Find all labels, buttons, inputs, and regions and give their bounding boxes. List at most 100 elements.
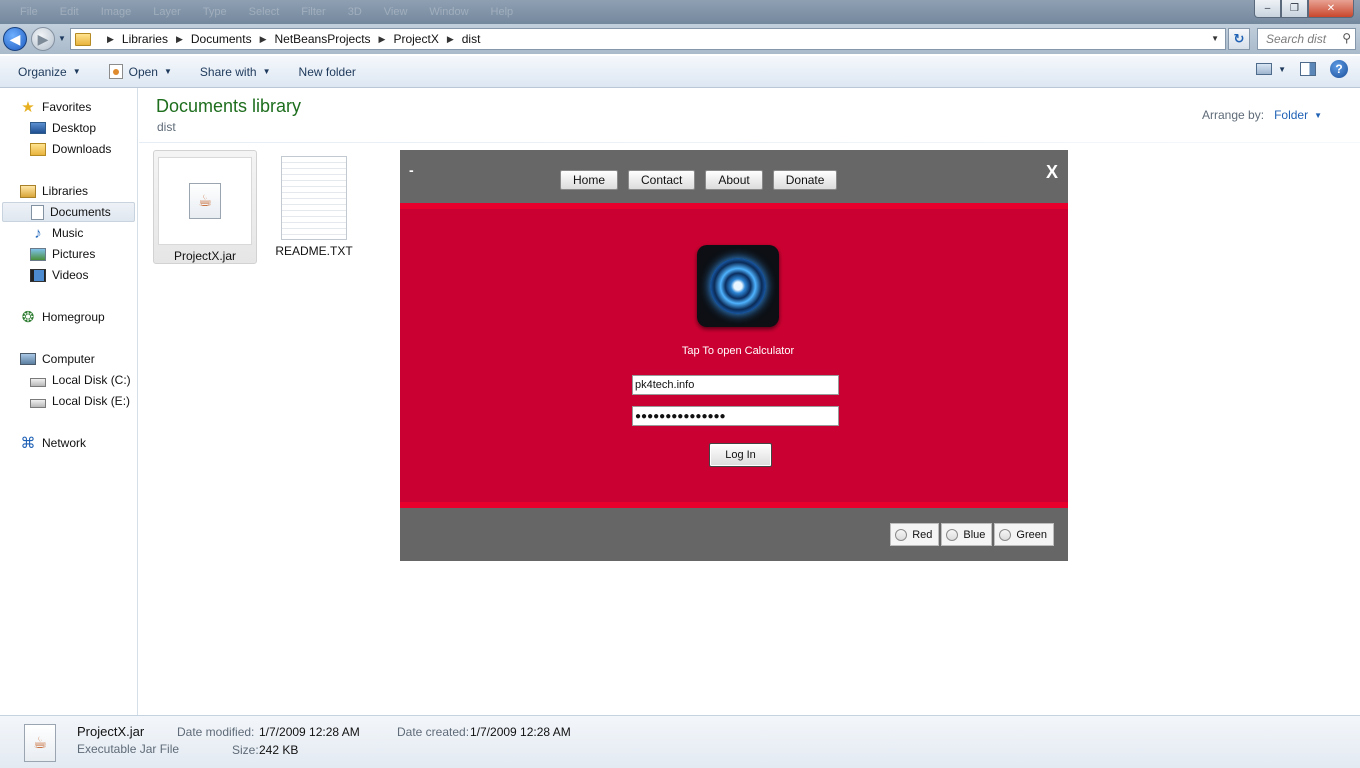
nav-label: Computer [42, 352, 95, 366]
breadcrumb-projectx[interactable]: ProjectX [393, 32, 438, 46]
app-donate-button[interactable]: Donate [772, 170, 838, 190]
breadcrumb-dist[interactable]: dist [462, 32, 481, 46]
address-bar[interactable]: ▶ Libraries ▶ Documents ▶ NetBeansProjec… [70, 28, 1226, 50]
library-icon [20, 184, 36, 198]
open-label: Open [128, 64, 158, 79]
search-input[interactable] [1266, 32, 1336, 46]
nav-local-disk-c[interactable]: Local Disk (C:) [30, 370, 131, 390]
chevron-right-icon[interactable]: ▶ [447, 34, 454, 45]
minimize-button[interactable]: – [1254, 0, 1281, 18]
nav-music[interactable]: ♪ Music [30, 223, 83, 243]
radio-label: Green [1016, 528, 1047, 541]
search-icon[interactable]: ⚲ [1342, 31, 1351, 45]
file-item[interactable]: ☕ ProjectX.jar [153, 150, 257, 264]
arrow-left-icon: ◀ [9, 30, 21, 47]
java-jar-icon: ☕ [24, 724, 56, 762]
nav-documents[interactable]: Documents [2, 202, 135, 222]
nav-videos[interactable]: Videos [30, 265, 88, 285]
date-created-label: Date created: [397, 725, 470, 739]
change-view-icon[interactable] [1256, 63, 1273, 75]
new-folder-button[interactable]: New folder [291, 60, 364, 84]
forward-button[interactable]: ▶ [31, 27, 55, 51]
refresh-button[interactable]: ↻ [1228, 28, 1250, 50]
nav-favorites[interactable]: ★ Favorites [20, 97, 91, 117]
command-bar: Organize ▼ Open ▼ Share with ▼ New folde… [0, 56, 1360, 88]
ghost-menu-item: Select [248, 6, 280, 18]
nav-downloads[interactable]: Downloads [30, 139, 111, 159]
nav-libraries[interactable]: Libraries [20, 181, 88, 201]
nav-label: Videos [52, 268, 89, 282]
close-window-button[interactable]: ✕ [1308, 0, 1354, 18]
ghost-menu-item: Help [490, 6, 514, 18]
music-note-icon: ♪ [34, 224, 42, 242]
size-label: Size: [232, 743, 259, 757]
app-minimize-button[interactable]: - [409, 162, 414, 178]
arrow-right-icon: ▶ [37, 30, 49, 47]
date-modified-label: Date modified: [177, 725, 255, 739]
chevron-right-icon[interactable]: ▶ [379, 34, 386, 45]
app-contact-button[interactable]: Contact [628, 170, 696, 190]
organize-label: Organize [18, 64, 67, 79]
radio-label: Red [912, 528, 933, 541]
chevron-down-icon[interactable]: ▼ [1278, 65, 1286, 74]
nav-label: Local Disk (C:) [52, 373, 131, 387]
app-close-button[interactable]: X [1046, 162, 1058, 183]
network-icon: ⌘ [20, 435, 36, 452]
details-file-name: ProjectX.jar [77, 724, 145, 739]
chevron-down-icon: ▼ [72, 67, 81, 76]
ghost-menu-item: View [383, 6, 408, 18]
chevron-down-icon: ▼ [262, 67, 271, 76]
radio-blue[interactable]: Blue [941, 523, 993, 546]
app-about-button[interactable]: About [705, 170, 763, 190]
nav-label: Desktop [52, 121, 97, 135]
preview-pane-icon[interactable] [1300, 62, 1316, 76]
file-name: README.TXT [275, 244, 353, 258]
breadcrumb: ▶ Libraries ▶ Documents ▶ NetBeansProjec… [99, 32, 480, 46]
log-in-button[interactable]: Log In [709, 443, 772, 467]
nav-local-disk-e[interactable]: Local Disk (E:) [30, 391, 130, 411]
address-row: ◀ ▶ ▼ ▶ Libraries ▶ Documents ▶ NetBeans… [0, 24, 1360, 54]
back-button[interactable]: ◀ [3, 27, 27, 51]
nav-label: Pictures [52, 247, 96, 261]
recent-pages-dropdown[interactable]: ▼ [58, 34, 66, 43]
document-icon [31, 204, 44, 220]
nav-label: Music [52, 226, 84, 240]
nav-computer[interactable]: Computer [20, 349, 95, 369]
nav-desktop[interactable]: Desktop [30, 118, 96, 138]
nav-label: Homegroup [42, 310, 105, 324]
breadcrumb-documents[interactable]: Documents [191, 32, 252, 46]
tap-to-open-label: Tap To open Calculator [681, 345, 795, 357]
chevron-right-icon[interactable]: ▶ [176, 34, 183, 45]
radio-green[interactable]: Green [994, 523, 1054, 546]
calculator-logo-icon[interactable] [697, 245, 779, 327]
app-home-button[interactable]: Home [560, 170, 619, 190]
nav-network[interactable]: ⌘ Network [20, 433, 87, 453]
arrange-by-dropdown[interactable]: Folder [1274, 108, 1308, 122]
desktop-icon [30, 122, 46, 134]
username-field[interactable] [632, 375, 839, 395]
refresh-icon: ↻ [1233, 31, 1245, 46]
date-modified-value: 1/7/2009 12:28 AM [259, 725, 360, 739]
password-field[interactable] [632, 406, 839, 426]
help-icon[interactable]: ? [1330, 60, 1348, 78]
radio-circle-icon [999, 528, 1012, 541]
open-button[interactable]: Open ▼ [101, 60, 180, 84]
radio-red[interactable]: Red [890, 523, 940, 546]
nav-homegroup[interactable]: ❂ Homegroup [20, 307, 105, 327]
chevron-right-icon[interactable]: ▶ [107, 34, 114, 45]
breadcrumb-netbeansprojects[interactable]: NetBeansProjects [275, 32, 371, 46]
star-icon: ★ [21, 99, 35, 116]
chevron-right-icon[interactable]: ▶ [260, 34, 267, 45]
nav-pictures[interactable]: Pictures [30, 244, 95, 264]
details-pane: ☕ ProjectX.jar Executable Jar File Date … [0, 715, 1360, 768]
app-login-panel: Tap To open Calculator Log In [400, 209, 1068, 502]
address-history-dropdown[interactable]: ▼ [1211, 34, 1219, 43]
file-item[interactable]: README.TXT [262, 150, 366, 264]
breadcrumb-libraries[interactable]: Libraries [122, 32, 168, 46]
maximize-button[interactable]: ❐ [1281, 0, 1308, 18]
share-with-button[interactable]: Share with ▼ [192, 60, 279, 84]
organize-button[interactable]: Organize ▼ [10, 60, 89, 84]
search-box[interactable]: ⚲ [1257, 28, 1356, 50]
chevron-down-icon[interactable]: ▼ [1314, 111, 1322, 122]
color-radio-group: Red Blue Green [890, 523, 1054, 546]
